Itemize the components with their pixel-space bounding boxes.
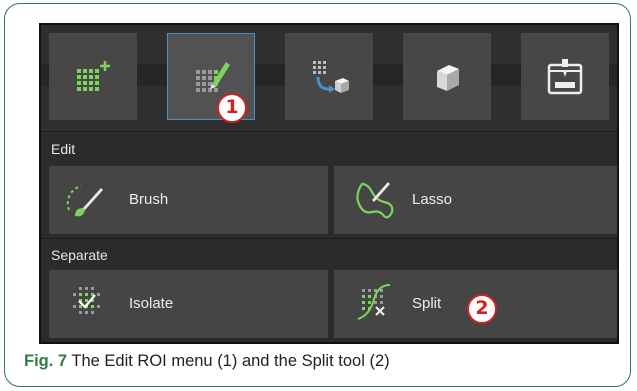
figure-frame: Edit Brush Lasso Separate Isolate Split … — [4, 3, 631, 387]
section-divider — [41, 131, 617, 132]
isolate-label: Isolate — [129, 295, 174, 312]
figure-caption: Fig. 7 The Edit ROI menu (1) and the Spl… — [24, 352, 390, 371]
isolate-icon — [73, 287, 100, 314]
model-tile[interactable] — [403, 33, 491, 120]
export-roi-tile[interactable] — [285, 33, 373, 120]
brush-label: Brush — [129, 191, 169, 208]
brush-icon — [66, 185, 103, 217]
edit-roi-panel: Edit Brush Lasso Separate Isolate Split — [39, 23, 619, 344]
split-label: Split — [412, 295, 442, 312]
separate-section-label: Separate — [51, 247, 108, 263]
callout-badge-1: 1 — [217, 93, 247, 123]
lasso-button[interactable]: Lasso — [334, 166, 617, 234]
print-tile[interactable] — [521, 33, 609, 120]
lasso-icon — [356, 182, 394, 219]
caption-text: The Edit ROI menu (1) and the Split tool… — [67, 352, 390, 370]
add-roi-tile[interactable] — [49, 33, 137, 120]
section-divider — [41, 238, 617, 239]
cube-icon — [437, 65, 459, 91]
callout-badge-2: 2 — [467, 294, 497, 324]
3d-printer-icon — [547, 59, 583, 95]
add-grid-icon — [77, 61, 110, 91]
brush-button[interactable]: Brush — [49, 166, 328, 234]
isolate-button[interactable]: Isolate — [49, 270, 328, 338]
split-icon — [357, 284, 391, 320]
lasso-label: Lasso — [412, 191, 453, 208]
toolbar — [41, 25, 617, 131]
export-grid-icon — [313, 61, 349, 93]
edit-section-label: Edit — [51, 141, 76, 157]
figure-label: Fig. 7 — [24, 352, 68, 370]
